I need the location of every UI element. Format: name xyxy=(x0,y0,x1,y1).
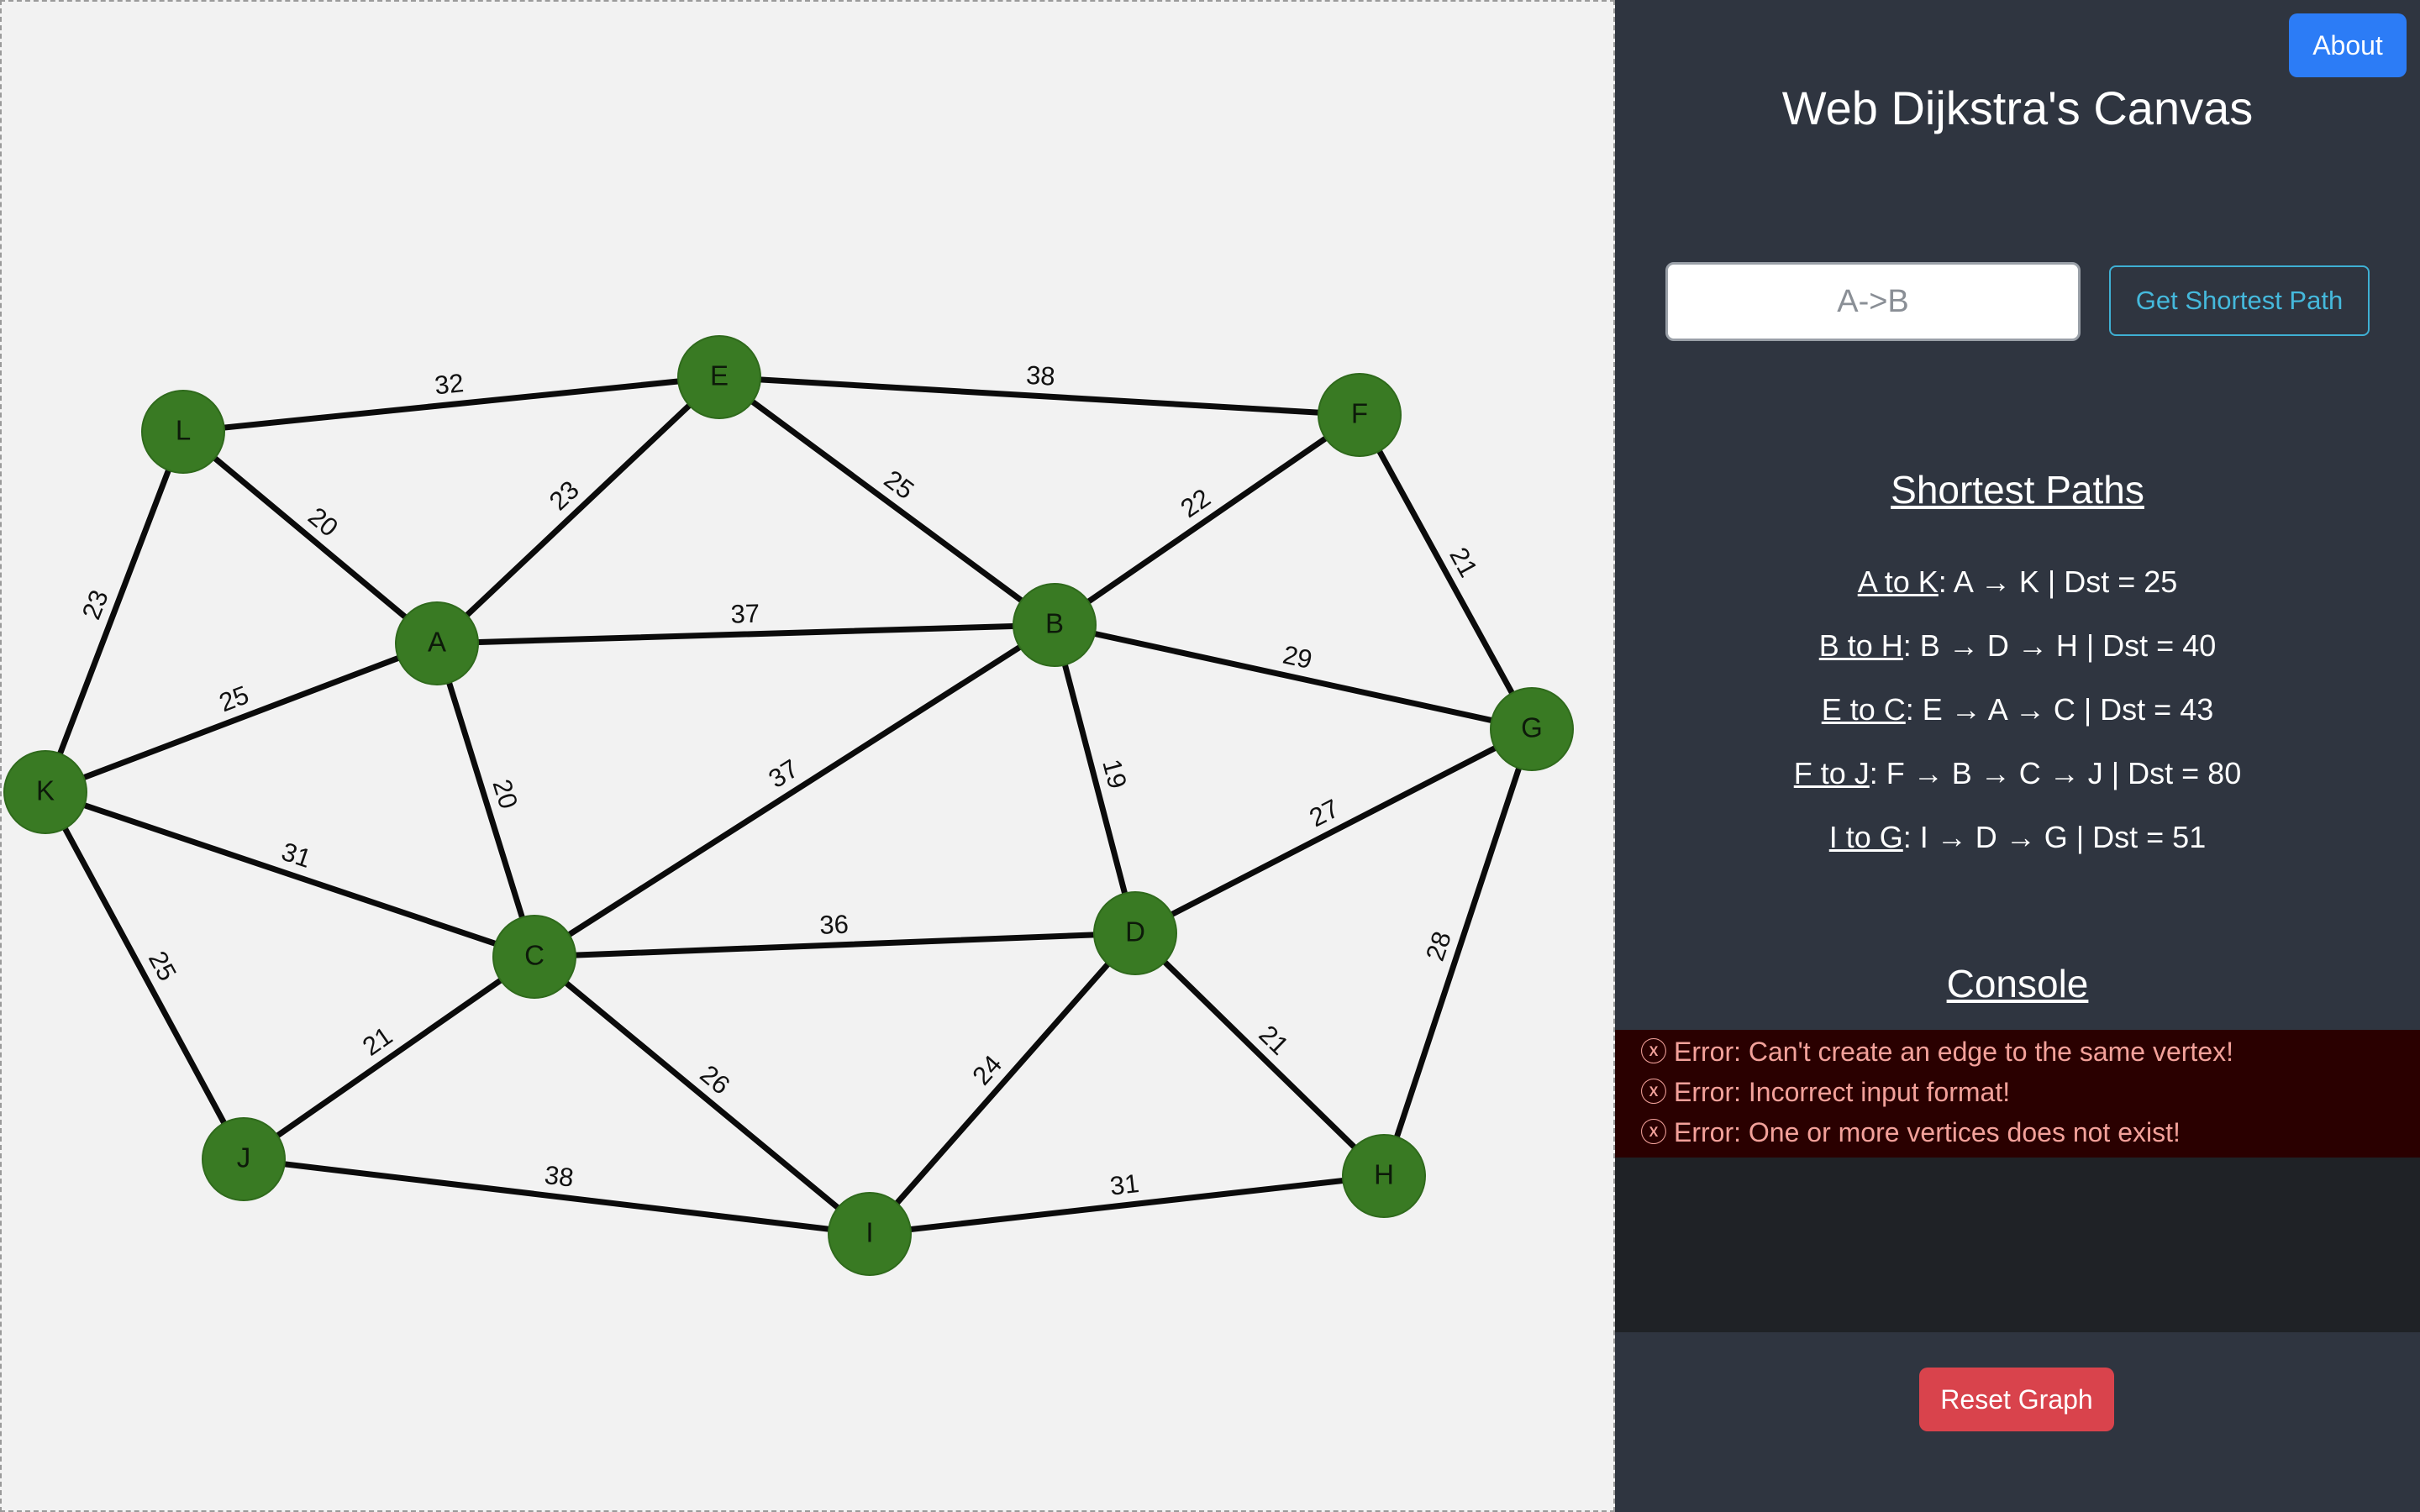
vertex-f[interactable]: F xyxy=(1318,373,1402,457)
console-message: Error: One or more vertices does not exi… xyxy=(1674,1117,2181,1147)
path-input[interactable] xyxy=(1665,262,2081,341)
vertex-label: G xyxy=(1521,712,1543,743)
edge-j-c xyxy=(240,953,538,1163)
path-link-i-to-g[interactable]: I to G xyxy=(1829,820,1903,854)
graph-canvas[interactable]: 32 38 20 23 25 22 21 23 37 29 25 20 37 19 27 31 36 25 28 21… xyxy=(0,0,1615,1512)
edge-weight-label: 38 xyxy=(543,1160,575,1193)
vertex-l[interactable]: L xyxy=(141,390,225,474)
path-row-e-c: E to C: E → A → C | Dst = 43 xyxy=(1615,689,2420,753)
vertex-label: K xyxy=(36,775,55,806)
vertex-label: I xyxy=(865,1217,873,1248)
vertex-i[interactable]: I xyxy=(828,1192,912,1276)
reset-graph-button[interactable]: Reset Graph xyxy=(1919,1368,2114,1431)
path-link-a-to-k[interactable]: A to K xyxy=(1858,564,1939,599)
edge-c-b xyxy=(531,622,1058,960)
edge-weight-label: 29 xyxy=(1281,639,1315,675)
shortest-paths-list: A to K: A → K | Dst = 25 B to H: B → D →… xyxy=(1615,561,2420,880)
vertex-label: H xyxy=(1374,1159,1394,1190)
circle-x-icon: ⓧ xyxy=(1640,1117,1668,1147)
app-root: 32 38 20 23 25 22 21 23 37 29 25 20 37 19 27 31 36 25 28 21… xyxy=(0,0,2420,1512)
path-link-f-to-j[interactable]: F to J xyxy=(1794,756,1870,790)
path-detail: : B → D → H | Dst = 40 xyxy=(1902,628,2217,663)
vertex-a[interactable]: A xyxy=(395,601,479,685)
edge-weight-label: 31 xyxy=(1108,1168,1140,1201)
edge-d-h xyxy=(1132,930,1387,1179)
vertex-label: B xyxy=(1045,608,1064,639)
graph-svg[interactable]: 32 382023 25 222123 3729252037 19273136252821… xyxy=(2,2,1613,1510)
vertex-h[interactable]: H xyxy=(1342,1134,1426,1218)
vertex-c[interactable]: C xyxy=(492,915,576,999)
vertex-label: A xyxy=(428,627,446,658)
vertex-j[interactable]: J xyxy=(202,1117,286,1201)
edge-weight-label: 19 xyxy=(1097,756,1133,791)
console-message: Error: Can't create an edge to the same … xyxy=(1674,1037,2233,1067)
edge-weight-label: 32 xyxy=(434,368,466,400)
vertex-b[interactable]: B xyxy=(1013,583,1097,667)
edges-layer: 32 382023 25 222123 3729252037 19273136252821… xyxy=(42,360,1535,1237)
edge-f-g xyxy=(1356,412,1535,732)
path-detail: : E → A → C | Dst = 43 xyxy=(1905,692,2214,727)
circle-x-icon: ⓧ xyxy=(1640,1037,1668,1067)
edge-weight-label: 38 xyxy=(1025,360,1055,391)
edge-e-b xyxy=(716,374,1058,628)
vertex-e[interactable]: E xyxy=(677,335,761,419)
path-row-i-g: I to G: I → D → G | Dst = 51 xyxy=(1615,816,2420,880)
vertex-label: C xyxy=(524,940,544,971)
about-button[interactable]: About xyxy=(2289,13,2407,77)
vertex-label: F xyxy=(1351,398,1368,429)
side-panel: About Web Dijkstra's Canvas Get Shortest… xyxy=(1615,0,2420,1512)
vertex-k[interactable]: K xyxy=(3,750,87,834)
path-link-e-to-c[interactable]: E to C xyxy=(1822,692,1906,727)
vertex-g[interactable]: G xyxy=(1490,687,1574,771)
edge-l-k xyxy=(42,428,187,795)
shortest-paths-heading: Shortest Paths xyxy=(1891,468,2144,512)
edge-weight-label: 20 xyxy=(487,776,523,812)
path-row-f-j: F to J: F → B → C → J | Dst = 80 xyxy=(1615,753,2420,816)
console-box[interactable]: ⓧ Error: Can't create an edge to the same… xyxy=(1615,1030,2420,1332)
path-row-b-h: B to H: B → D → H | Dst = 40 xyxy=(1615,625,2420,689)
vertex-label: J xyxy=(237,1142,251,1173)
path-detail: : A → K | Dst = 25 xyxy=(1938,564,2178,599)
console-heading: Console xyxy=(1946,962,2089,1005)
path-link-b-to-h[interactable]: B to H xyxy=(1819,628,1903,663)
console-errors: ⓧ Error: Can't create an edge to the same… xyxy=(1615,1030,2420,1158)
path-detail: : I → D → G | Dst = 51 xyxy=(1902,820,2207,854)
console-error-line: ⓧ Error: Can't create an edge to the same… xyxy=(1615,1032,2420,1072)
vertex-d[interactable]: D xyxy=(1093,891,1177,975)
console-error-line: ⓧ Error: One or more vertices does not ex… xyxy=(1615,1112,2420,1152)
get-shortest-path-button[interactable]: Get Shortest Path xyxy=(2109,265,2370,336)
edge-c-i xyxy=(531,953,873,1237)
edge-weight-label: 23 xyxy=(76,585,114,623)
console-message: Error: Incorrect input format! xyxy=(1674,1077,2011,1107)
vertex-label: L xyxy=(176,415,191,446)
edge-a-e xyxy=(434,374,723,647)
edge-l-a xyxy=(180,428,440,647)
path-row-a-k: A to K: A → K | Dst = 25 xyxy=(1615,561,2420,625)
app-title: Web Dijkstra's Canvas xyxy=(1781,81,2254,134)
circle-x-icon: ⓧ xyxy=(1640,1077,1668,1107)
edge-weight-label: 37 xyxy=(730,599,760,629)
edge-weight-label: 28 xyxy=(1420,927,1457,964)
vertex-label: D xyxy=(1125,916,1145,948)
path-detail: : F → B → C → J | Dst = 80 xyxy=(1869,756,2242,790)
console-error-line: ⓧ Error: Incorrect input format! xyxy=(1615,1072,2420,1112)
edge-i-d xyxy=(866,930,1139,1237)
edge-b-f xyxy=(1051,412,1363,628)
edge-weight-label: 25 xyxy=(215,680,253,717)
edge-weight-label: 31 xyxy=(278,837,315,874)
edge-k-a xyxy=(42,640,440,795)
edge-weight-label: 36 xyxy=(819,910,850,940)
vertex-label: E xyxy=(710,360,729,391)
